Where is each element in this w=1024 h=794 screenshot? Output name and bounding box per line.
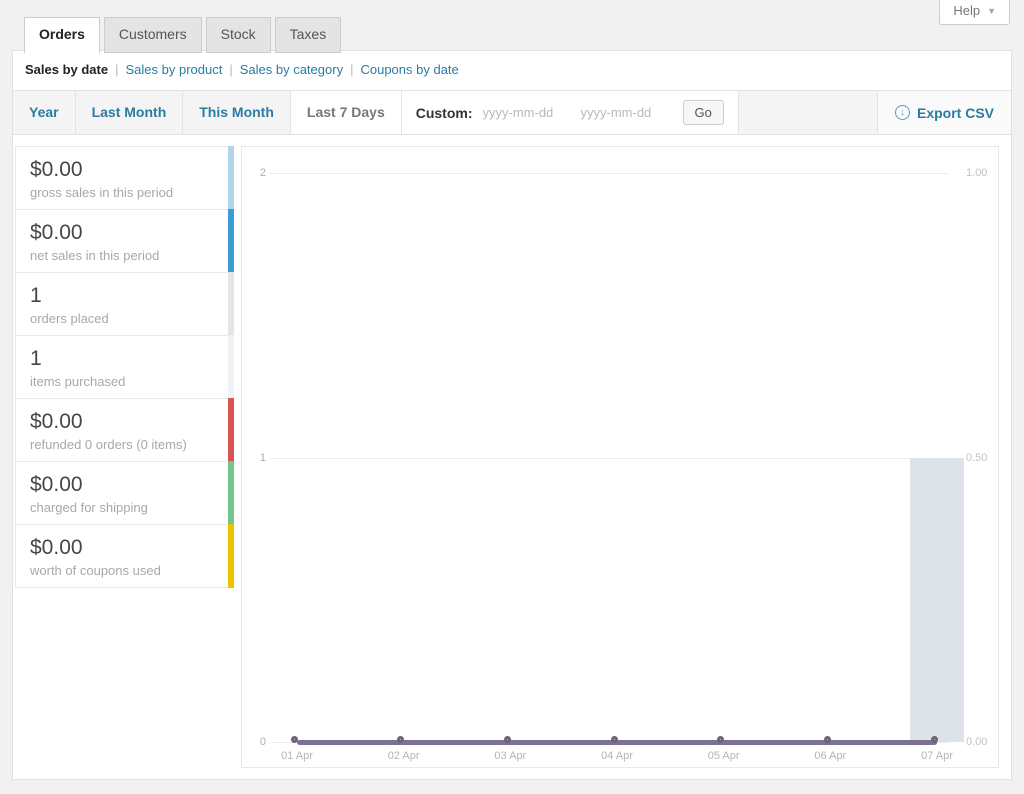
stat-value: $0.00: [30, 220, 213, 246]
gridline: [270, 173, 949, 174]
x-axis-tick: 01 Apr: [267, 750, 327, 762]
help-button[interactable]: Help ▼: [939, 0, 1010, 25]
x-axis-tick: 02 Apr: [374, 750, 434, 762]
stat-worth-of-coupons-used: $0.00 worth of coupons used: [15, 524, 234, 588]
tab-stock[interactable]: Stock: [206, 17, 271, 53]
tab-orders[interactable]: Orders: [24, 17, 100, 53]
y-axis-left-tick: 2: [246, 167, 266, 179]
data-point-02-Apr[interactable]: [397, 736, 404, 743]
stat-value: $0.00: [30, 157, 213, 183]
range-this-month[interactable]: This Month: [183, 91, 291, 134]
stat-label: gross sales in this period: [30, 185, 213, 200]
stat-value: 1: [30, 283, 213, 309]
stat-net-sales-in-this-period: $0.00 net sales in this period: [15, 209, 234, 273]
stat-items-purchased: 1 items purchased: [15, 335, 234, 399]
stat-accent-bar: [228, 461, 234, 525]
download-circle-icon: ↓: [895, 105, 910, 120]
tab-taxes[interactable]: Taxes: [275, 17, 342, 53]
separator: |: [229, 62, 232, 77]
custom-range-label: Custom:: [416, 105, 473, 121]
x-axis-tick: 03 Apr: [480, 750, 540, 762]
stat-label: refunded 0 orders (0 items): [30, 437, 213, 452]
report-stats-sidebar: $0.00 gross sales in this period $0.00 net …: [15, 146, 234, 588]
stat-orders-placed: 1 orders placed: [15, 272, 234, 336]
y-axis-right-tick: 0.50: [966, 452, 987, 464]
nav-tabs: OrdersCustomersStockTaxes: [24, 17, 345, 53]
gridline: [270, 458, 949, 459]
stat-label: worth of coupons used: [30, 563, 213, 578]
chevron-down-icon: ▼: [987, 6, 996, 16]
report-link-sales-by-product[interactable]: Sales by product: [126, 62, 223, 77]
stat-label: charged for shipping: [30, 500, 213, 515]
range-last-month[interactable]: Last Month: [76, 91, 184, 134]
data-point-05-Apr[interactable]: [717, 736, 724, 743]
export-csv-link[interactable]: ↓ Export CSV: [895, 105, 994, 121]
tab-customers[interactable]: Customers: [104, 17, 202, 53]
go-button[interactable]: Go: [683, 100, 724, 125]
separator: |: [115, 62, 118, 77]
y-axis-left-tick: 0: [246, 736, 266, 748]
date-from-input[interactable]: [483, 105, 575, 120]
stat-value: $0.00: [30, 409, 213, 435]
main-content: Sales by date | Sales by product | Sales by …: [12, 50, 1012, 780]
y-axis-left-tick: 1: [246, 452, 266, 464]
stat-value: $0.00: [30, 535, 213, 561]
y-axis-right-tick: 0.00: [966, 736, 987, 748]
data-point-07-Apr[interactable]: [931, 736, 938, 743]
stat-charged-for-shipping: $0.00 charged for shipping: [15, 461, 234, 525]
stat-accent-bar: [228, 335, 234, 399]
report-subnav-links: | Sales by product | Sales by category | Coup…: [108, 62, 459, 77]
range-cells: YearLast MonthThis MonthLast 7 Days: [13, 91, 402, 134]
report-subnav-current: Sales by date: [25, 62, 108, 77]
date-to-input[interactable]: [581, 105, 673, 120]
data-point-01-Apr[interactable]: [291, 736, 298, 743]
x-axis-tick: 07 Apr: [907, 750, 967, 762]
report-link-sales-by-category[interactable]: Sales by category: [240, 62, 343, 77]
stat-label: orders placed: [30, 311, 213, 326]
stat-refunded-0-orders-0-items-: $0.00 refunded 0 orders (0 items): [15, 398, 234, 462]
y-axis-right-tick: 1.00: [966, 167, 987, 179]
stat-accent-bar: [228, 272, 234, 336]
data-point-06-Apr[interactable]: [824, 736, 831, 743]
x-axis-tick: 05 Apr: [694, 750, 754, 762]
stat-value: 1: [30, 346, 213, 372]
data-point-03-Apr[interactable]: [504, 736, 511, 743]
stat-accent-bar: [228, 524, 234, 588]
date-range-bar: YearLast MonthThis MonthLast 7 Days Cust…: [13, 90, 1011, 135]
help-button-label: Help: [953, 3, 980, 18]
stat-accent-bar: [228, 146, 234, 210]
stat-accent-bar: [228, 398, 234, 462]
report-subnav: Sales by date | Sales by product | Sales by …: [25, 62, 459, 77]
stat-label: net sales in this period: [30, 248, 213, 263]
separator: |: [350, 62, 353, 77]
report-link-coupons-by-date[interactable]: Coupons by date: [360, 62, 458, 77]
stat-accent-bar: [228, 209, 234, 273]
export-section: ↓ Export CSV: [877, 91, 1011, 134]
x-axis-tick: 06 Apr: [800, 750, 860, 762]
stat-label: items purchased: [30, 374, 213, 389]
stat-gross-sales-in-this-period: $0.00 gross sales in this period: [15, 146, 234, 210]
sales-chart: 2 1.00 1 0.50 0 0.00 01 Apr 02 Apr 03 Apr 04 Apr 0…: [241, 146, 999, 768]
data-point-04-Apr[interactable]: [611, 736, 618, 743]
range-year[interactable]: Year: [13, 91, 76, 134]
x-axis-tick: 04 Apr: [587, 750, 647, 762]
bar-07-Apr[interactable]: [910, 458, 964, 743]
range-last-7-days[interactable]: Last 7 Days: [291, 91, 402, 134]
export-csv-label: Export CSV: [917, 105, 994, 121]
stat-value: $0.00: [30, 472, 213, 498]
custom-range-cell: Custom: Go: [402, 91, 739, 134]
